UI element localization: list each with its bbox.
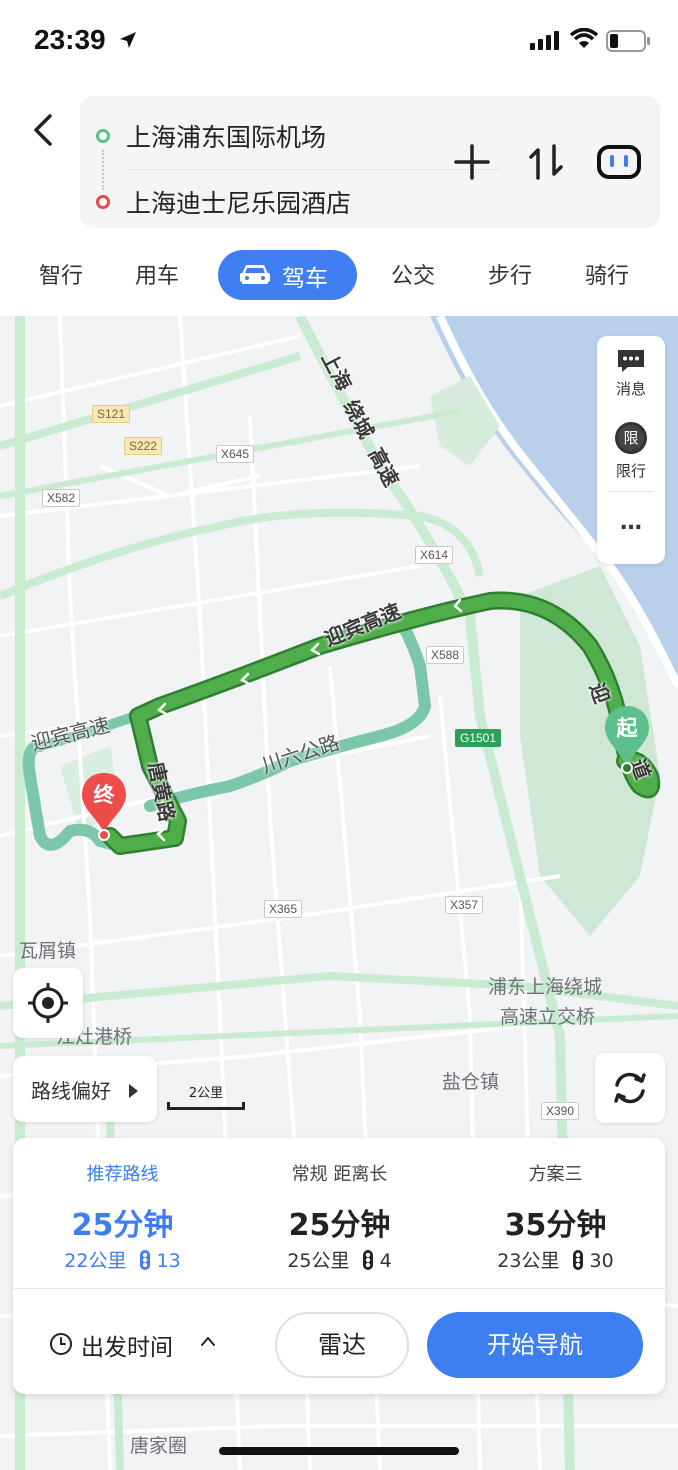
route-preference-button[interactable]: 路线偏好 — [13, 1056, 157, 1122]
divider — [126, 169, 500, 170]
route-header: 上海浦东国际机场 上海迪士尼乐园酒店 智行 用车 驾车 公交 步行 骑行 — [0, 88, 678, 316]
start-navigation-button[interactable]: 开始导航 — [427, 1312, 643, 1378]
more-button[interactable]: … — [597, 510, 665, 535]
signal-icon — [530, 31, 559, 50]
message-button[interactable]: 消息 — [597, 348, 665, 399]
start-dot-icon — [96, 129, 110, 143]
map-side-panel: 消息 限 限行 … — [597, 336, 665, 564]
radar-button[interactable]: 雷达 — [275, 1312, 409, 1378]
route-options-card: 推荐路线 25分钟 22公里 13 常规 距离长 25分钟 25公里 4 方案三… — [13, 1138, 665, 1394]
wifi-icon — [570, 28, 598, 48]
tab-drive[interactable]: 驾车 — [218, 250, 357, 300]
status-bar: 23:39 — [0, 0, 678, 88]
route-option-distance: 22公里 — [64, 1250, 127, 1272]
road-badge: X588 — [426, 646, 465, 664]
traffic-light-icon — [139, 1250, 150, 1270]
home-indicator[interactable] — [219, 1447, 459, 1455]
place-label: 高速立交桥 — [500, 1006, 596, 1028]
swap-route-button[interactable] — [526, 142, 566, 182]
road-badge: X365 — [264, 900, 303, 918]
map-scale: 2公里 — [167, 1082, 245, 1110]
tab-walk[interactable]: 步行 — [488, 258, 532, 290]
scale-label: 2公里 — [188, 1086, 224, 1101]
road-badge: X582 — [42, 489, 81, 507]
route-option-lights: 4 — [379, 1250, 392, 1272]
connector-dots — [102, 150, 104, 190]
route-option-meta: 22公里 13 — [14, 1246, 231, 1273]
place-label: 盐仓镇 — [442, 1071, 500, 1093]
transport-tabs: 智行 用车 驾车 公交 步行 骑行 — [0, 246, 678, 302]
message-icon — [618, 350, 644, 372]
route-option-duration: 25分钟 — [288, 1208, 391, 1243]
route-preference-label: 路线偏好 — [31, 1079, 111, 1103]
battery-icon — [606, 30, 650, 52]
end-pin[interactable]: 终 — [80, 771, 128, 841]
route-option-name: 常规 距离长 — [291, 1164, 388, 1185]
road-badge: X357 — [445, 896, 484, 914]
route-option-2[interactable]: 常规 距离长 25分钟 25公里 4 — [231, 1160, 448, 1273]
place-label: 瓦屑镇 — [19, 940, 77, 962]
end-point-field[interactable]: 上海迪士尼乐园酒店 — [126, 184, 351, 220]
locate-button[interactable] — [13, 968, 83, 1038]
location-arrow-icon — [120, 32, 136, 48]
status-time: 23:39 — [34, 24, 106, 55]
road-badge: X390 — [541, 1102, 580, 1120]
place-label: 唐家圈 — [130, 1435, 188, 1457]
refresh-icon — [614, 1072, 646, 1104]
restriction-button[interactable]: 限 限行 — [597, 422, 665, 481]
crosshair-icon — [28, 983, 68, 1023]
clock-icon — [50, 1333, 72, 1355]
road-badge: S222 — [124, 437, 163, 455]
start-point-field[interactable]: 上海浦东国际机场 — [126, 118, 326, 154]
tab-smart[interactable]: 智行 — [39, 258, 83, 290]
end-dot-icon — [96, 195, 110, 209]
route-option-meta: 23公里 30 — [447, 1246, 664, 1273]
back-button[interactable] — [24, 110, 64, 150]
triangle-right-icon — [129, 1084, 138, 1098]
place-label: 浦东上海绕城 — [488, 976, 603, 998]
add-waypoint-button[interactable] — [452, 142, 492, 182]
chevron-up-icon — [201, 1337, 215, 1346]
route-option-name: 方案三 — [528, 1164, 583, 1185]
end-pin-label: 终 — [93, 783, 115, 807]
road-badge: G1501 — [455, 729, 502, 747]
route-option-distance: 23公里 — [497, 1250, 560, 1272]
depart-time-label: 出发时间 — [81, 1335, 173, 1361]
traffic-light-icon — [362, 1250, 373, 1270]
message-label: 消息 — [615, 380, 646, 398]
tab-ride-hailing[interactable]: 用车 — [135, 258, 179, 290]
route-option-duration: 25分钟 — [71, 1208, 174, 1243]
refresh-route-button[interactable] — [595, 1053, 665, 1123]
start-pin-label: 起 — [616, 716, 638, 740]
route-option-duration: 35分钟 — [504, 1208, 607, 1243]
tab-drive-label: 驾车 — [282, 266, 328, 292]
route-option-3[interactable]: 方案三 35分钟 23公里 30 — [447, 1160, 664, 1273]
tab-ride[interactable]: 骑行 — [585, 258, 629, 290]
tab-transit[interactable]: 公交 — [391, 258, 435, 290]
divider — [13, 1288, 665, 1289]
start-pin[interactable]: 起 — [603, 704, 651, 774]
scale-bar — [167, 1102, 245, 1110]
restriction-label: 限行 — [615, 462, 646, 480]
divider — [609, 491, 653, 492]
road-badge: X645 — [216, 445, 255, 463]
car-settings-button[interactable] — [596, 142, 642, 182]
traffic-light-icon — [572, 1250, 583, 1270]
route-input-box: 上海浦东国际机场 上海迪士尼乐园酒店 — [80, 96, 660, 228]
road-badge: S121 — [92, 405, 131, 423]
road-badge: X614 — [415, 546, 454, 564]
car-icon — [240, 265, 270, 284]
route-option-lights: 30 — [589, 1250, 614, 1272]
restriction-icon: 限 — [615, 422, 647, 454]
route-option-distance: 25公里 — [287, 1250, 350, 1272]
route-option-meta: 25公里 4 — [231, 1246, 448, 1273]
route-option-lights: 13 — [156, 1250, 181, 1272]
route-option-1[interactable]: 推荐路线 25分钟 22公里 13 — [14, 1160, 231, 1273]
route-option-name: 推荐路线 — [86, 1164, 159, 1185]
